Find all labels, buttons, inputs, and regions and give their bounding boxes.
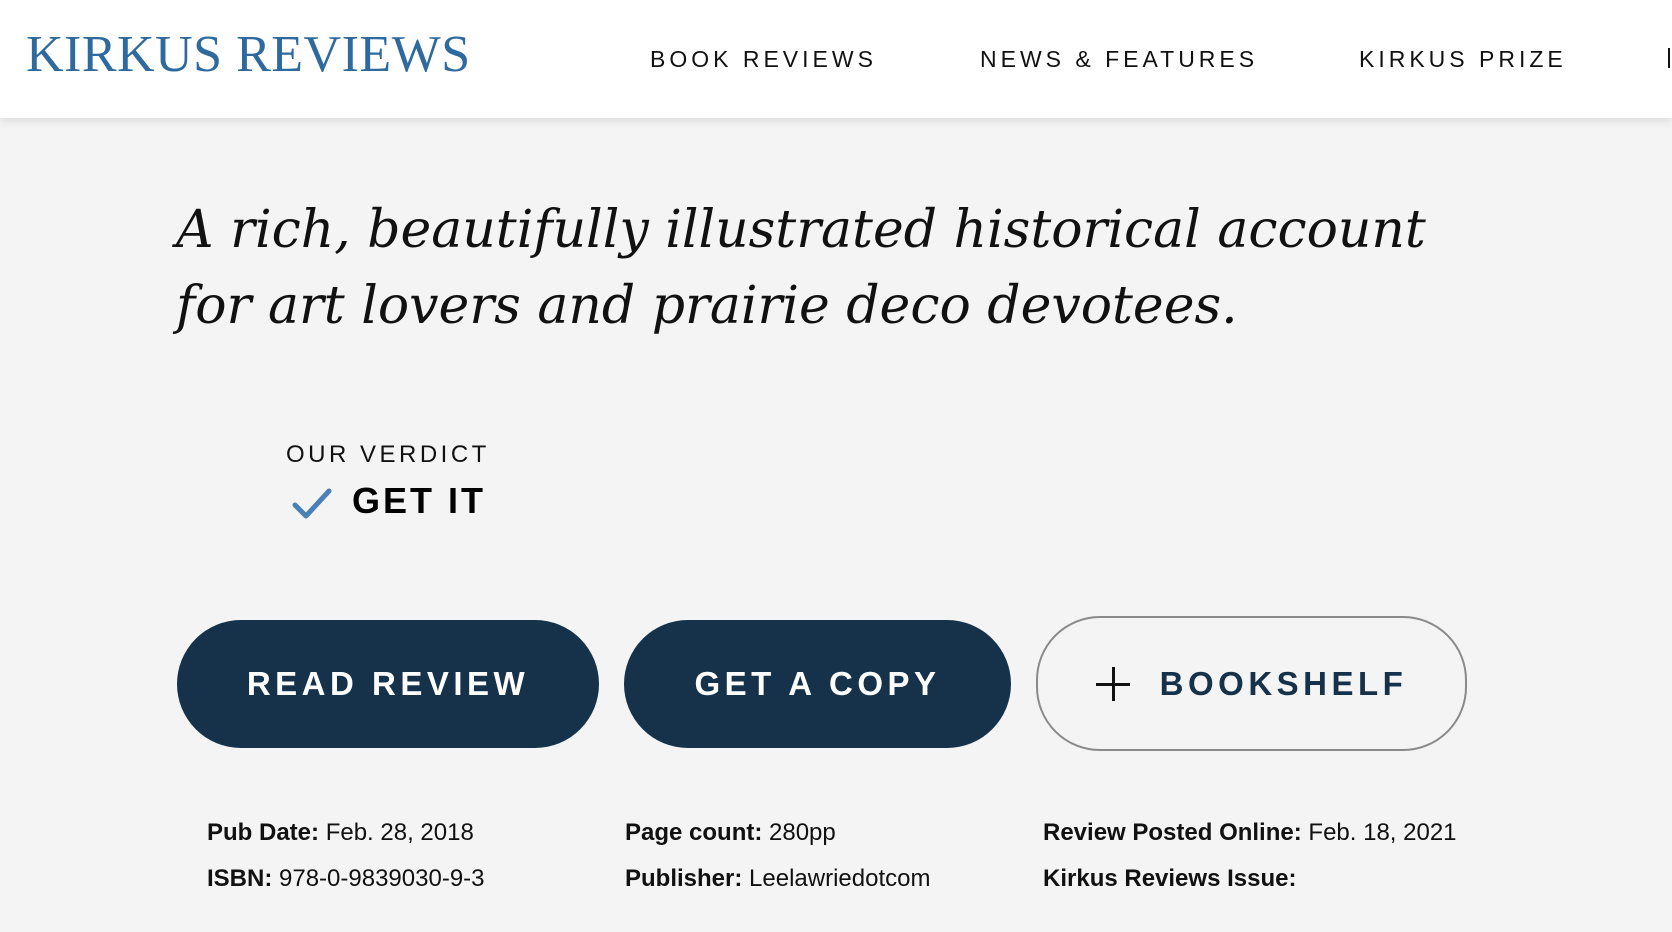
publisher-value: Leelawriedotcom: [749, 865, 931, 892]
pub-date-value: Feb. 28, 2018: [325, 819, 474, 846]
kirkus-reviews-issue: Kirkus Reviews Issue:: [1043, 864, 1296, 894]
page-count-label: Page count:: [625, 819, 763, 846]
bookshelf-label: BOOKSHELF: [1159, 664, 1408, 702]
read-review-button[interactable]: READ REVIEW: [177, 620, 599, 748]
issue-label: Kirkus Reviews Issue:: [1043, 865, 1297, 892]
plus-icon: [1095, 666, 1130, 701]
review-posted-label: Review Posted Online:: [1043, 819, 1302, 846]
publisher: Publisher: Leelawriedotcom: [625, 864, 930, 894]
pub-date: Pub Date: Feb. 28, 2018: [207, 818, 474, 848]
checkmark-icon: [292, 488, 332, 519]
nav-kirkus-prize[interactable]: KIRKUS PRIZE: [1359, 45, 1567, 73]
site-header: KIRKUS REVIEWS BOOK REVIEWS NEWS & FEATU…: [0, 0, 1672, 118]
main-nav: BOOK REVIEWS NEWS & FEATURES KIRKUS PRIZ…: [0, 45, 1672, 73]
get-a-copy-button[interactable]: GET A COPY: [624, 620, 1011, 748]
isbn-value: 978-0-9839030-9-3: [279, 865, 485, 892]
publisher-label: Publisher:: [625, 865, 743, 892]
read-review-label: READ REVIEW: [246, 665, 530, 702]
page-count: Page count: 280pp: [625, 818, 836, 848]
nav-overflow-edge: [1668, 48, 1670, 68]
review-posted-value: Feb. 18, 2021: [1308, 819, 1457, 846]
get-a-copy-label: GET A COPY: [694, 665, 941, 702]
verdict-value: GET IT: [352, 480, 486, 521]
nav-book-reviews[interactable]: BOOK REVIEWS: [650, 45, 877, 73]
pub-date-label: Pub Date:: [207, 819, 320, 846]
review-tagline: A rich, beautifully illustrated historic…: [176, 200, 1426, 336]
isbn-label: ISBN:: [207, 865, 273, 892]
verdict-label: OUR VERDICT: [286, 441, 490, 468]
bookshelf-button[interactable]: BOOKSHELF: [1036, 616, 1467, 751]
page-count-value: 280pp: [769, 819, 836, 846]
nav-news-features[interactable]: NEWS & FEATURES: [980, 45, 1258, 73]
isbn: ISBN: 978-0-9839030-9-3: [207, 864, 485, 894]
review-posted-online: Review Posted Online: Feb. 18, 2021: [1043, 818, 1457, 848]
